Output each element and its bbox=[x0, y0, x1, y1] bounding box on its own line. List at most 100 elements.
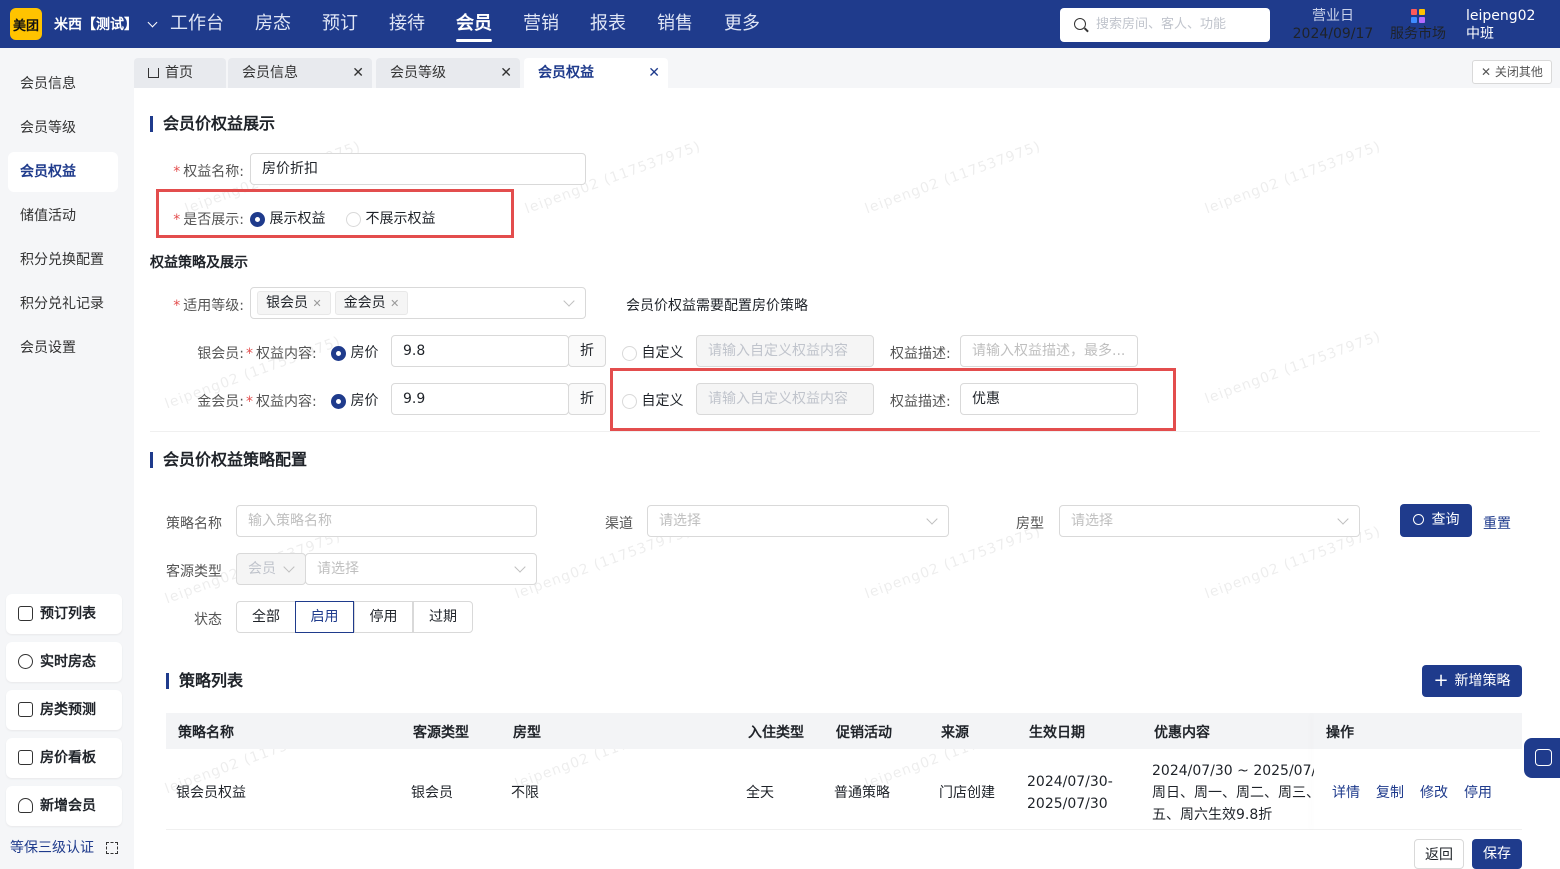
silver-desc-input[interactable]: 请输入权益描述，最多... bbox=[960, 335, 1138, 367]
quick-realtime-room-status[interactable]: 实时房态 bbox=[6, 642, 122, 682]
close-icon[interactable]: ✕ bbox=[352, 58, 364, 88]
close-icon: ✕ bbox=[1481, 65, 1495, 79]
source-type-value: 会员 bbox=[248, 561, 276, 577]
disable-link[interactable]: 停用 bbox=[1464, 782, 1492, 802]
nav-member[interactable]: 会员 bbox=[456, 0, 492, 48]
gold-content-label: * 权益内容: bbox=[246, 394, 317, 410]
plus-icon: + bbox=[1433, 670, 1449, 691]
business-day-label: 营业日 bbox=[1312, 8, 1354, 24]
quick-booking-list[interactable]: 预订列表 bbox=[6, 594, 122, 634]
show-benefit-off-label: 不展示权益 bbox=[365, 211, 436, 227]
tab-member-info-label: 会员信息 bbox=[242, 65, 298, 81]
strategy-name-input[interactable]: 输入策略名称 bbox=[236, 505, 537, 537]
silver-custom-radio[interactable]: 自定义 bbox=[622, 342, 683, 362]
detail-link[interactable]: 详情 bbox=[1332, 782, 1360, 802]
security-cert-link[interactable]: 等保三级认证 bbox=[10, 837, 119, 857]
chevron-down-icon bbox=[514, 561, 526, 573]
tab-home[interactable]: 首页 bbox=[134, 58, 226, 88]
silver-discount-input[interactable]: 9.8 bbox=[391, 335, 569, 367]
col-checkin-type: 入住类型 bbox=[748, 725, 804, 741]
status-expired[interactable]: 过期 bbox=[413, 601, 473, 633]
quick-realtime-room-status-label: 实时房态 bbox=[40, 654, 96, 670]
close-icon[interactable]: ✕ bbox=[500, 58, 512, 88]
copy-link[interactable]: 复制 bbox=[1376, 782, 1404, 802]
reset-link[interactable]: 重置 bbox=[1483, 513, 1511, 533]
source-type-select[interactable]: 会员 bbox=[236, 553, 306, 585]
sidebar-item-stored-value[interactable]: 储值活动 bbox=[8, 196, 118, 236]
strategy-list-title: 策略列表 bbox=[166, 673, 243, 689]
add-strategy-label: 新增策略 bbox=[1454, 673, 1511, 689]
show-benefit-radio-on[interactable]: 展示权益 bbox=[250, 208, 325, 228]
benefit-name-input[interactable]: 房价折扣 bbox=[250, 153, 586, 185]
nav-marketing[interactable]: 营销 bbox=[523, 0, 559, 48]
tab-home-label: 首页 bbox=[165, 65, 193, 81]
divider bbox=[150, 431, 1540, 432]
apps-icon bbox=[1411, 9, 1425, 23]
user-menu[interactable]: leipeng02 中班 bbox=[1466, 7, 1535, 43]
sidebar-item-member-level[interactable]: 会员等级 bbox=[8, 108, 118, 148]
close-icon[interactable]: ✕ bbox=[312, 297, 321, 310]
tab-member-level[interactable]: 会员等级 ✕ bbox=[376, 58, 520, 88]
sidebar-item-member-settings[interactable]: 会员设置 bbox=[8, 328, 118, 368]
sidebar-item-points-gift-records[interactable]: 积分兑礼记录 bbox=[8, 284, 118, 324]
fixed-column-shadow bbox=[1314, 713, 1315, 830]
quick-room-forecast-label: 房类预测 bbox=[40, 702, 96, 718]
channel-select[interactable]: 请选择 bbox=[647, 505, 949, 537]
gold-custom-radio[interactable]: 自定义 bbox=[622, 390, 683, 410]
show-benefit-radio-off[interactable]: 不展示权益 bbox=[346, 208, 435, 228]
nav-sales[interactable]: 销售 bbox=[657, 0, 693, 48]
tab-member-level-label: 会员等级 bbox=[390, 65, 446, 81]
back-button[interactable]: 返回 bbox=[1414, 839, 1464, 869]
chevron-down-icon bbox=[1337, 513, 1349, 525]
quick-room-forecast[interactable]: 房类预测 bbox=[6, 690, 122, 730]
query-button[interactable]: 查询 bbox=[1400, 504, 1472, 537]
silver-custom-input[interactable]: 请输入自定义权益内容 bbox=[696, 335, 874, 367]
status-disabled[interactable]: 停用 bbox=[354, 601, 413, 633]
nav-more[interactable]: 更多 bbox=[724, 0, 760, 48]
filter-source-label: 客源类型 bbox=[166, 564, 222, 580]
gold-discount-input[interactable]: 9.9 bbox=[391, 383, 569, 415]
tab-member-info[interactable]: 会员信息 ✕ bbox=[228, 58, 372, 88]
service-market-button[interactable]: 服务市场 bbox=[1388, 7, 1448, 43]
sidebar-item-member-benefits[interactable]: 会员权益 bbox=[8, 152, 118, 192]
radio-checked-icon bbox=[250, 211, 265, 227]
meituan-logo[interactable]: 美团 bbox=[10, 8, 42, 40]
sidebar-item-points-exchange-config[interactable]: 积分兑换配置 bbox=[8, 240, 118, 280]
filter-name-label: 策略名称 bbox=[166, 516, 222, 532]
close-icon[interactable]: ✕ bbox=[390, 297, 399, 310]
status-all[interactable]: 全部 bbox=[236, 601, 296, 633]
status-enabled[interactable]: 启用 bbox=[295, 601, 354, 633]
quick-booking-list-label: 预订列表 bbox=[40, 606, 96, 622]
gold-desc-input[interactable]: 优惠 bbox=[960, 383, 1138, 415]
source-sub-select[interactable]: 请选择 bbox=[305, 553, 537, 585]
col-discount-content: 优惠内容 bbox=[1154, 725, 1210, 741]
nav-booking[interactable]: 预订 bbox=[322, 0, 358, 48]
nav-reception[interactable]: 接待 bbox=[389, 0, 425, 48]
quick-new-member[interactable]: 新增会员 bbox=[6, 786, 122, 826]
nav-room-status[interactable]: 房态 bbox=[255, 0, 291, 48]
room-type-select[interactable]: 请选择 bbox=[1059, 505, 1360, 537]
tab-member-benefits[interactable]: 会员权益 ✕ bbox=[524, 58, 668, 88]
gold-custom-input[interactable]: 请输入自定义权益内容 bbox=[696, 383, 874, 415]
user-name: leipeng02 bbox=[1466, 8, 1536, 24]
col-room-type: 房型 bbox=[513, 725, 541, 741]
add-strategy-button[interactable]: + 新增策略 bbox=[1422, 665, 1522, 697]
silver-room-price-radio[interactable]: 房价 bbox=[331, 342, 378, 362]
gold-room-price-radio[interactable]: 房价 bbox=[331, 390, 378, 410]
nav-workbench[interactable]: 工作台 bbox=[170, 0, 224, 48]
quick-room-price-board[interactable]: 房价看板 bbox=[6, 738, 122, 778]
assistant-float-button[interactable] bbox=[1524, 738, 1560, 778]
close-others-button[interactable]: ✕ 关闭其他 bbox=[1472, 60, 1552, 84]
close-icon[interactable]: ✕ bbox=[648, 58, 660, 88]
grid-icon bbox=[106, 842, 119, 854]
global-search-input[interactable]: 搜索房间、客人、功能 bbox=[1060, 8, 1270, 42]
save-button[interactable]: 保存 bbox=[1472, 839, 1522, 869]
sidebar-item-member-info[interactable]: 会员信息 bbox=[8, 64, 118, 104]
nav-reports[interactable]: 报表 bbox=[590, 0, 626, 48]
hotel-switcher[interactable]: 米西【测试】 bbox=[54, 14, 158, 34]
edit-link[interactable]: 修改 bbox=[1420, 782, 1448, 802]
tab-member-benefits-label: 会员权益 bbox=[538, 65, 594, 81]
level-multiselect[interactable]: 银会员 ✕ 金会员 ✕ bbox=[250, 287, 586, 319]
query-button-label: 查询 bbox=[1431, 512, 1460, 528]
user-shift: 中班 bbox=[1466, 26, 1494, 42]
